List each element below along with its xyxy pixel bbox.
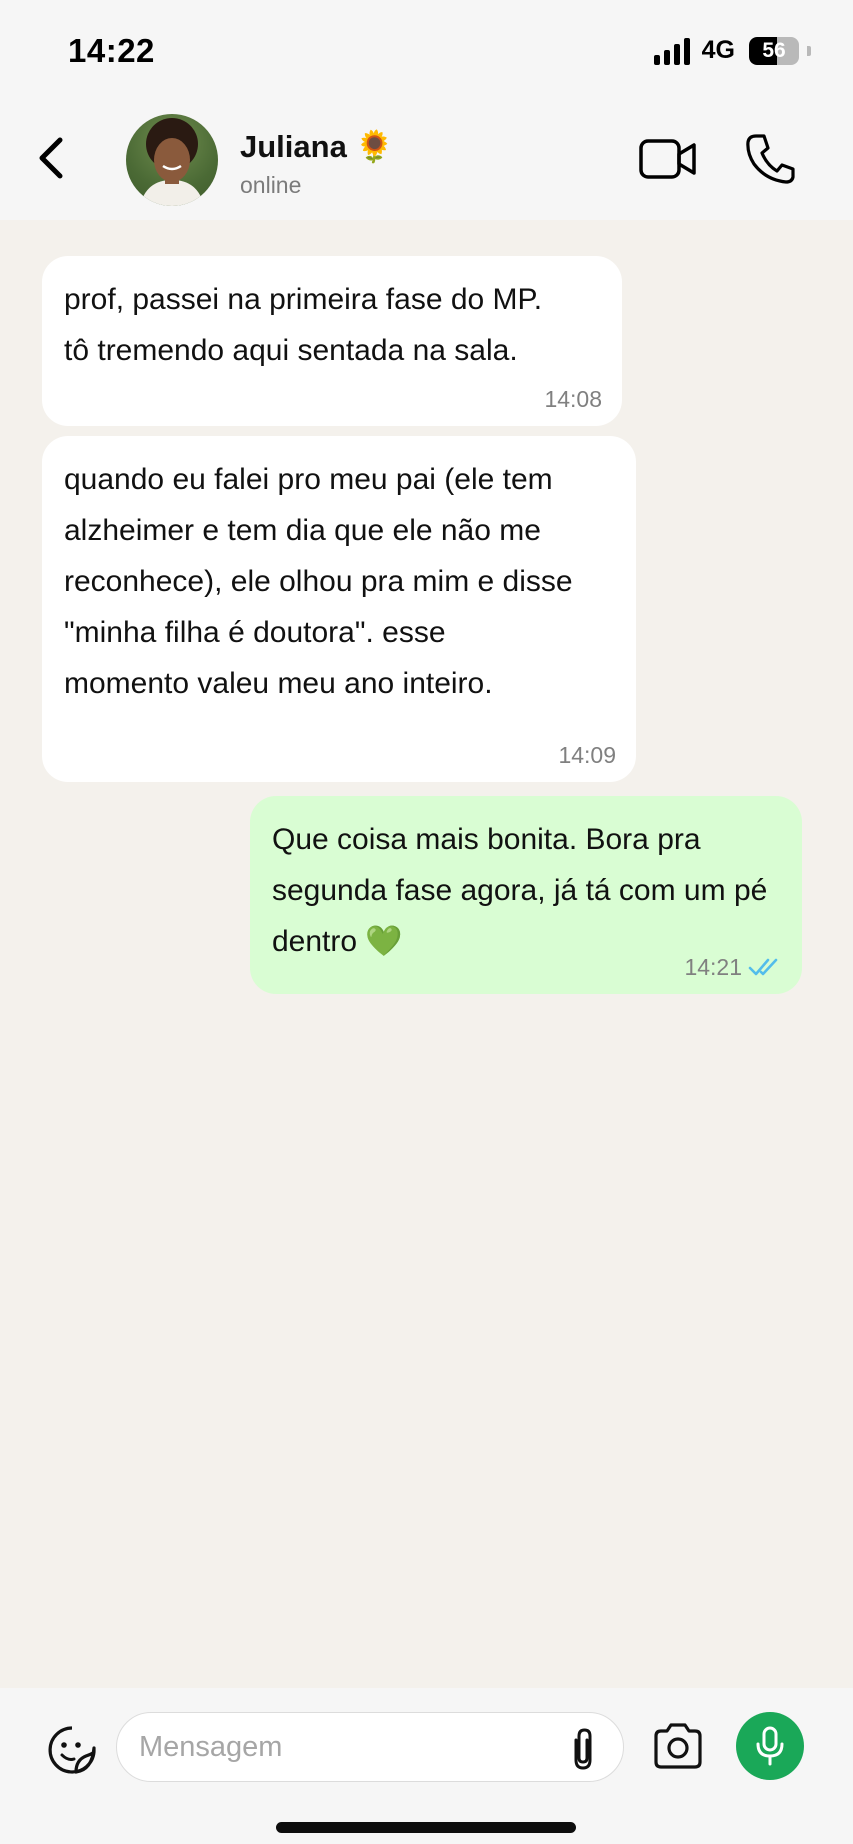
message-bubble-incoming[interactable]: prof, passei na primeira fase do MP. tô … [42, 256, 622, 426]
contact-name[interactable]: Juliana 🌻 [240, 128, 394, 165]
message-list[interactable]: prof, passei na primeira fase do MP. tô … [0, 220, 853, 1688]
camera-icon [654, 1723, 702, 1769]
message-bubble-incoming[interactable]: quando eu falei pro meu pai (ele tem alz… [42, 436, 636, 782]
message-time: 14:08 [544, 386, 602, 412]
avatar-image [140, 118, 204, 206]
camera-button[interactable] [652, 1722, 704, 1770]
contact-status: online [240, 172, 302, 198]
video-call-button[interactable] [638, 136, 698, 182]
sticker-button[interactable] [46, 1724, 98, 1776]
video-camera-icon [639, 139, 696, 179]
status-bar: 14:22 4G 56 [0, 0, 853, 100]
voice-call-button[interactable] [744, 130, 796, 186]
message-meta: 14:21 [684, 952, 782, 982]
message-text: Que coisa mais bonita. Bora pra segunda … [272, 823, 768, 958]
message-bubble-outgoing[interactable]: Que coisa mais bonita. Bora pra segunda … [250, 796, 802, 994]
attach-button[interactable] [566, 1726, 600, 1772]
network-type: 4G [701, 36, 735, 64]
mic-button[interactable] [736, 1712, 804, 1780]
battery-cap [807, 45, 811, 56]
sticker-icon [48, 1726, 96, 1774]
paperclip-icon [574, 1728, 592, 1770]
message-meta: 14:08 [544, 384, 602, 414]
message-meta: 14:09 [558, 740, 616, 770]
microphone-icon [756, 1726, 784, 1766]
chevron-left-icon [39, 137, 63, 179]
signal-bars-icon [653, 37, 690, 65]
message-text: prof, passei na primeira fase do MP. tô … [64, 283, 543, 367]
message-input[interactable] [116, 1712, 624, 1782]
composer-bar [0, 1688, 853, 1844]
status-time: 14:22 [68, 32, 155, 69]
status-indicators: 4G 56 [653, 36, 811, 65]
back-button[interactable] [32, 130, 72, 186]
message-time: 14:21 [684, 954, 742, 980]
battery-level: 56 [762, 38, 786, 62]
double-check-icon [748, 958, 778, 976]
home-indicator[interactable] [276, 1822, 576, 1833]
message-text: quando eu falei pro meu pai (ele tem alz… [64, 463, 573, 700]
message-time: 14:09 [558, 742, 616, 768]
battery-icon: 56 [749, 36, 799, 65]
avatar[interactable] [126, 114, 218, 206]
phone-icon [746, 134, 795, 184]
chat-screen: 14:22 4G 56 Juliana 🌻 online prof, passe… [0, 0, 853, 1844]
chat-header: Juliana 🌻 online [0, 100, 853, 220]
